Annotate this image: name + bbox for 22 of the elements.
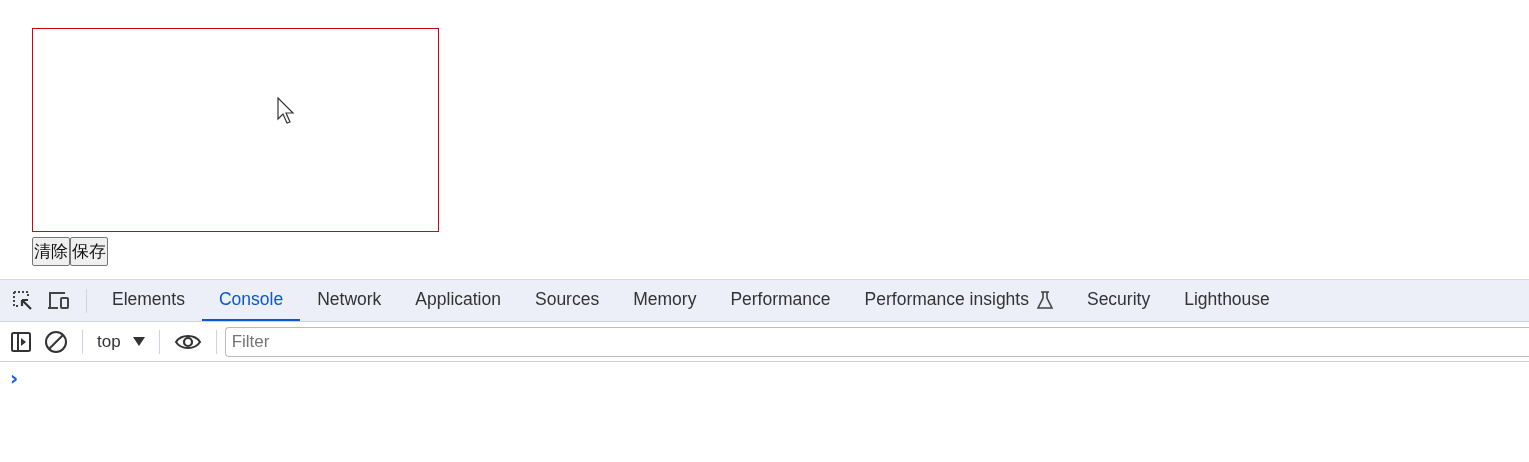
devtools-tab[interactable]: Security (1069, 280, 1168, 321)
inspect-element-icon[interactable] (12, 289, 34, 312)
page-button[interactable]: 保存 (70, 237, 108, 266)
devtools-tab[interactable]: Lighthouse (1167, 280, 1287, 321)
devtools-tab[interactable]: Network (300, 280, 399, 321)
filter-field[interactable]: Filter (224, 326, 1529, 357)
devtools-tab[interactable]: Console (201, 280, 301, 321)
clear-console-icon[interactable] (44, 329, 68, 354)
context-dropdown[interactable]: top (91, 331, 151, 352)
devtools-tab[interactable]: Performance insights (847, 280, 1070, 321)
devtools-tab[interactable]: Sources (518, 280, 617, 321)
mouse-pointer-icon (277, 97, 295, 125)
devtools-tab[interactable]: Performance (713, 280, 848, 321)
devtools-tab[interactable]: Application (398, 280, 518, 321)
sidebar-toggle-icon[interactable] (10, 330, 32, 353)
devtools-tab[interactable]: Elements (95, 280, 202, 321)
page-button[interactable]: 清除 (32, 237, 70, 266)
device-toolbar-icon[interactable] (46, 289, 72, 312)
console-prompt: › (10, 366, 19, 390)
devtools-tab[interactable]: Memory (616, 280, 714, 321)
dropdown-arrow-icon (132, 337, 145, 346)
eye-icon[interactable] (173, 332, 202, 351)
